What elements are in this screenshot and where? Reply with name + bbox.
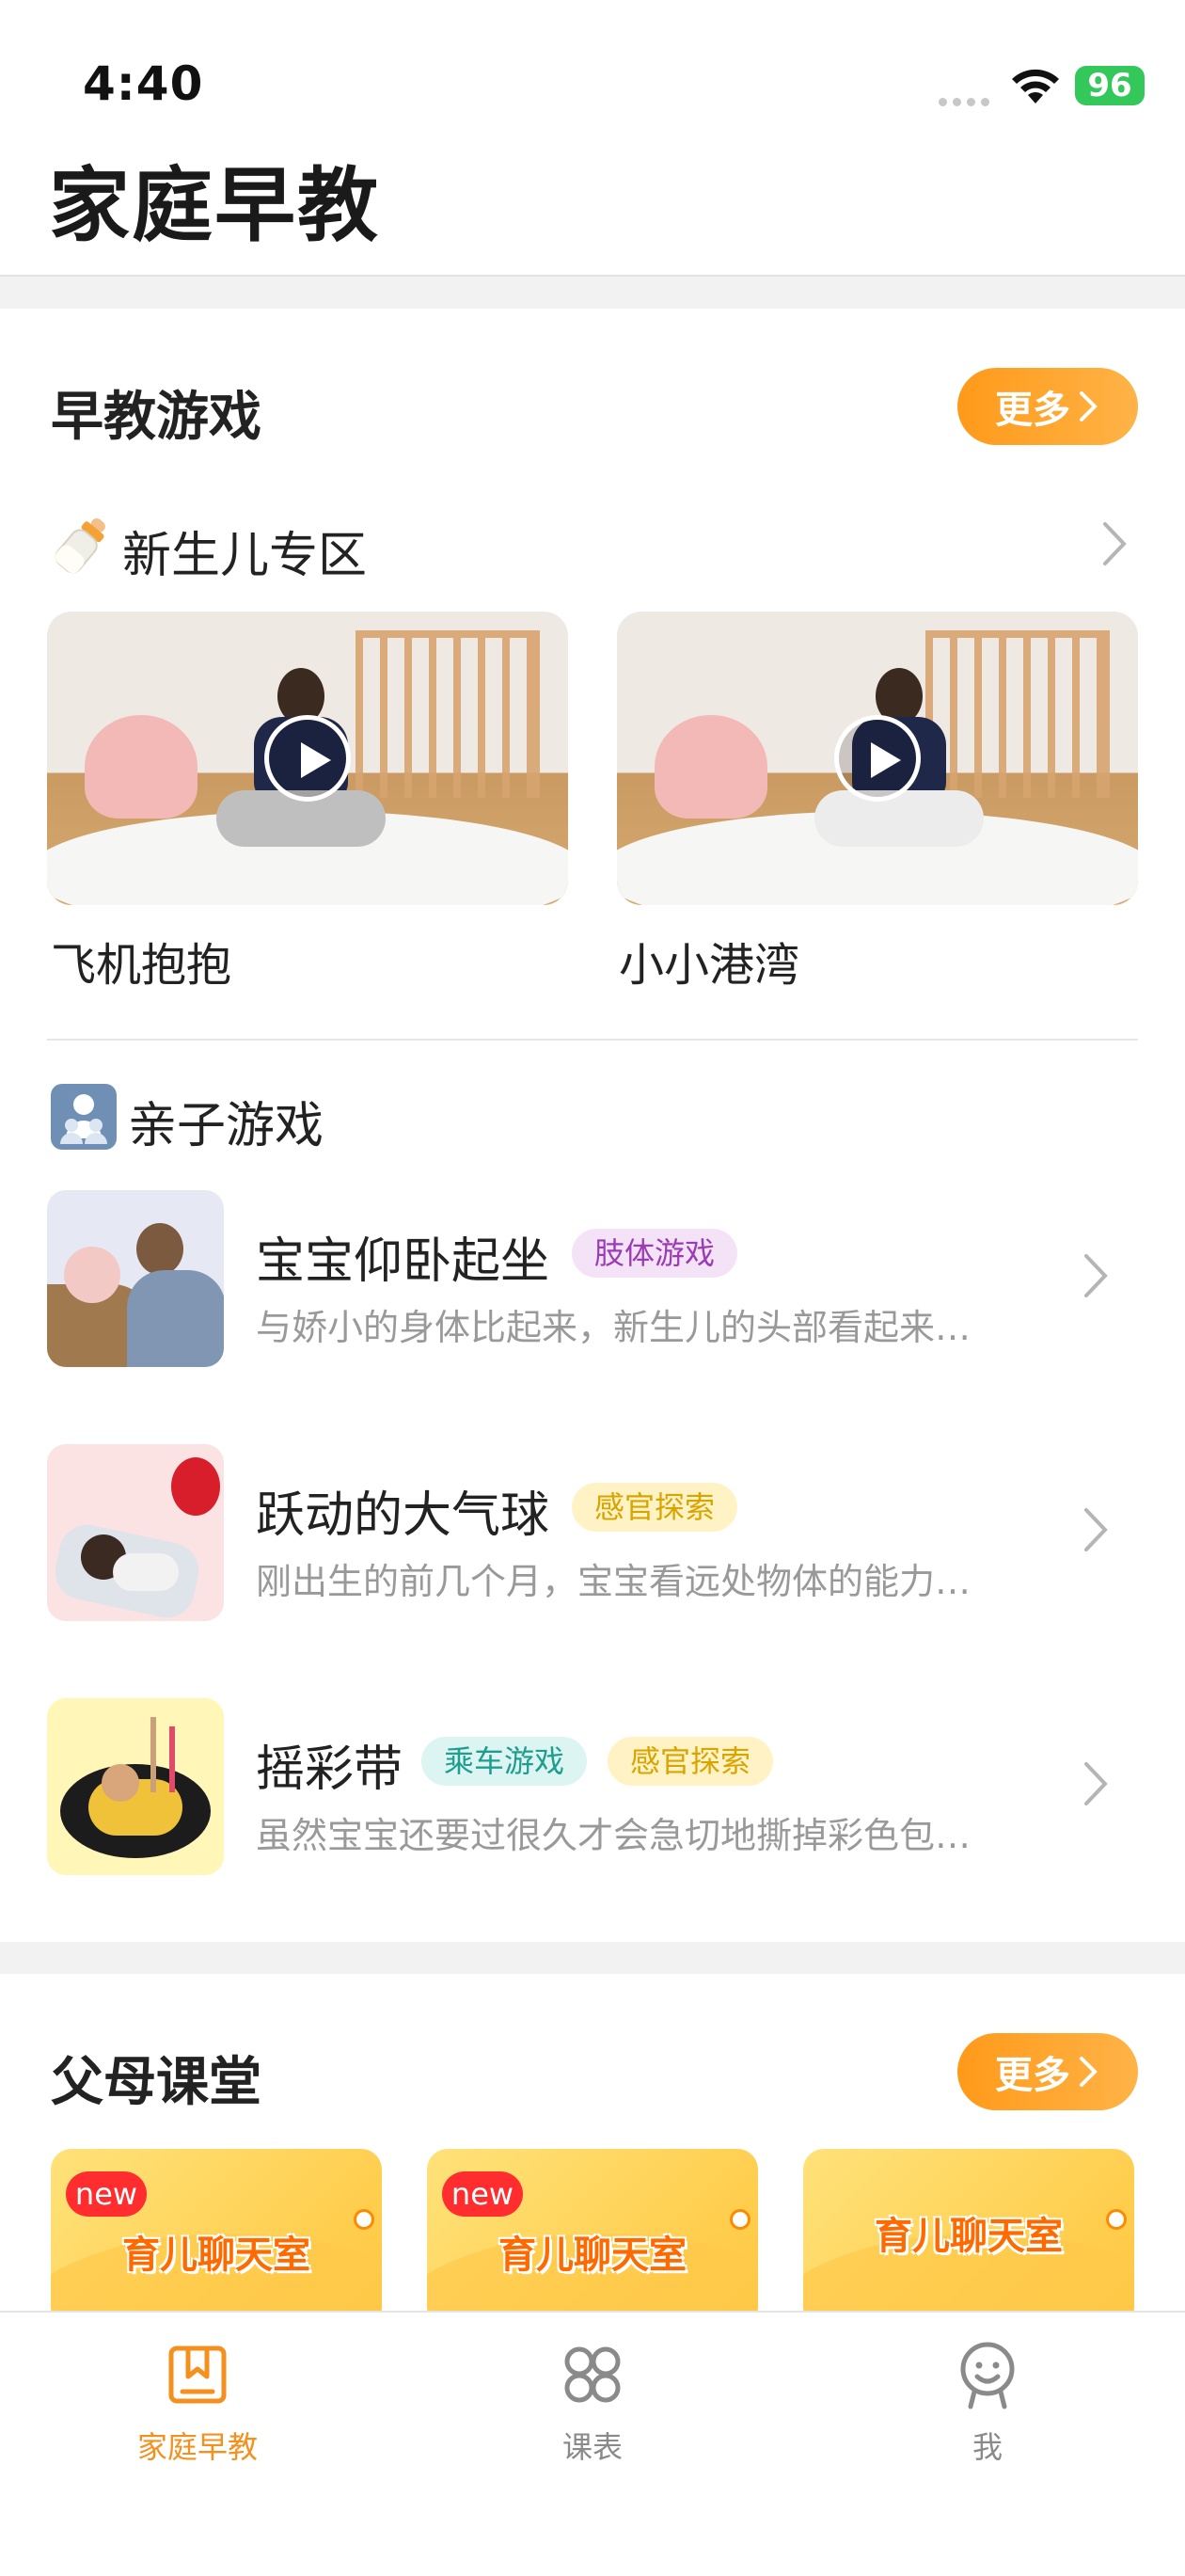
tab-schedule[interactable]: 课表 [498,2339,687,2467]
more-button-label: 更多 [995,389,1070,432]
tab-me[interactable]: 我 [893,2339,1082,2467]
dot-icon [1106,2209,1127,2230]
signal-icon [939,92,995,106]
section-title-parent-class: 父母课堂 [51,2052,261,2113]
chevron-right-icon[interactable] [1100,519,1129,568]
tag-badge: 肢体游戏 [572,1229,738,1278]
wifi-icon [1012,69,1059,103]
chevron-right-icon [1080,2057,1098,2087]
tag-badge: 感官探索 [608,1737,774,1786]
chevron-right-icon [1080,391,1098,421]
chevron-right-icon [1084,1508,1108,1551]
section-title-early-games: 早教游戏 [51,387,261,448]
promo-card[interactable]: new 育儿聊天室 [427,2149,758,2328]
item-title: 宝宝仰卧起坐 [256,1233,550,1290]
subheader-parent-child: 亲子游戏 [128,1098,324,1154]
divider [47,1039,1138,1041]
tab-bar: 家庭早教 课表 我 [0,2311,1185,2576]
promo-card[interactable]: new 育儿聊天室 [51,2149,382,2328]
grid-circles-icon [564,2346,621,2403]
list-item[interactable]: 摇彩带 乘车游戏 感官探索 虽然宝宝还要过很久才会急切地撕掉彩色包… [0,1695,1185,1875]
tab-label: 家庭早教 [136,2429,258,2465]
chevron-right-icon [1084,1254,1108,1297]
item-description: 虽然宝宝还要过很久才会急切地撕掉彩色包… [256,1815,972,1856]
video-card[interactable] [47,612,568,905]
promo-card[interactable]: 育儿聊天室 [803,2149,1134,2328]
item-description: 与娇小的身体比起来，新生儿的头部看起来… [256,1307,972,1348]
item-title: 摇彩带 [256,1741,403,1798]
family-icon [51,1084,117,1150]
video-caption: 飞机抱抱 [51,939,232,992]
more-button-early-games[interactable]: 更多 [957,368,1138,445]
subheader-newborn: 新生儿专区 [122,528,368,584]
smiley-user-icon [960,2342,1015,2409]
list-item[interactable]: 宝宝仰卧起坐 肢体游戏 与娇小的身体比起来，新生儿的头部看起来… [0,1187,1185,1367]
more-button-label: 更多 [995,2054,1070,2097]
promo-title: 育儿聊天室 [122,2234,310,2277]
chevron-right-icon [1084,1762,1108,1805]
page-title: 家庭早教 [49,159,380,253]
new-badge: new [66,2171,147,2217]
play-icon[interactable] [264,715,351,802]
promo-title: 育儿聊天室 [875,2215,1063,2258]
item-description: 刚出生的前几个月，宝宝看远处物体的能力… [256,1561,972,1602]
more-button-parent-class[interactable]: 更多 [957,2033,1138,2110]
battery-indicator: 96 [1075,66,1145,105]
video-caption: 小小港湾 [619,939,800,992]
section-gap [0,1942,1185,1974]
dot-icon [730,2209,750,2230]
tab-label: 课表 [561,2429,623,2465]
tab-label: 我 [972,2429,1003,2465]
tag-badge: 乘车游戏 [421,1737,588,1786]
baby-bottle-icon [55,518,105,574]
bookmark-box-icon [168,2345,227,2404]
video-card[interactable] [617,612,1138,905]
tag-badge: 感官探索 [572,1483,738,1532]
item-thumbnail [47,1190,224,1367]
play-icon[interactable] [834,715,921,802]
new-badge: new [442,2171,523,2217]
status-time: 4:40 [83,56,204,111]
tab-home-education[interactable]: 家庭早教 [103,2339,292,2467]
item-thumbnail [47,1444,224,1621]
promo-title: 育儿聊天室 [498,2234,687,2277]
item-title: 跃动的大气球 [256,1487,550,1544]
list-item[interactable]: 跃动的大气球 感官探索 刚出生的前几个月，宝宝看远处物体的能力… [0,1441,1185,1621]
dot-icon [354,2209,374,2230]
section-gap [0,277,1185,309]
item-thumbnail [47,1698,224,1875]
